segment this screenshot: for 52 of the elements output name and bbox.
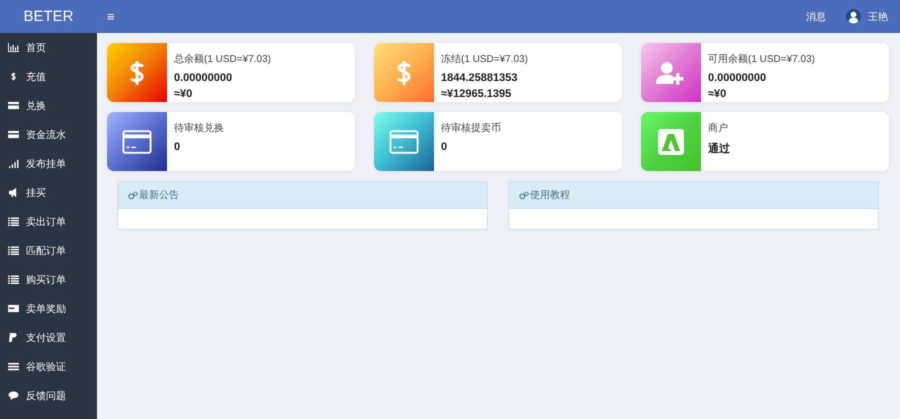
panel-title: 最新公告 <box>139 188 179 202</box>
sidebar-item[interactable]: 兑换 <box>0 91 97 120</box>
credit-card-icon <box>389 128 419 156</box>
megaphone-icon <box>8 188 19 197</box>
credit-card-icon <box>8 101 19 110</box>
bar-chart-icon <box>8 43 19 52</box>
signal-bars-icon <box>8 159 19 168</box>
sidebar-item[interactable]: 资金流水 <box>0 120 97 149</box>
card-value: 通过 <box>708 142 730 156</box>
brand-logo: BETER <box>0 0 97 33</box>
card-label: 商户 <box>708 122 729 135</box>
sidebar-item[interactable]: 匹配订单 <box>0 236 97 265</box>
card-value: 0.00000000 <box>708 72 768 84</box>
credit-card-icon <box>122 128 152 156</box>
user-name[interactable]: 王艳 <box>868 10 888 24</box>
card-label: 可用余额(1 USD=¥7.03) <box>708 52 815 66</box>
sidebar-item[interactable]: 购买订单 <box>0 265 97 294</box>
card-label: 总余额(1 USD=¥7.03) <box>174 52 271 66</box>
sidebar-item[interactable]: 发布挂单 <box>0 149 97 178</box>
panel-title: 使用教程 <box>530 189 570 202</box>
credit-card-icon <box>8 304 19 313</box>
sidebar-item[interactable]: 充值 <box>0 62 97 91</box>
speech-bubble-icon <box>8 391 19 400</box>
sidebar-item[interactable]: 卖单奖励 <box>0 294 97 323</box>
card-subvalue: ≈¥0 <box>174 88 194 100</box>
list-icon <box>8 275 19 284</box>
credit-card-icon <box>8 130 19 139</box>
card-subvalue: ≈¥0 <box>708 88 728 100</box>
sidebar-item[interactable]: 挂买 <box>0 178 97 207</box>
sidebar-item[interactable]: 卖出订单 <box>0 207 97 236</box>
sidebar-item[interactable]: 反馈问题 <box>0 381 97 410</box>
card-label: 冻结(1 USD=¥7.03) <box>441 52 528 66</box>
list-icon <box>8 217 19 226</box>
list-icon <box>8 246 19 255</box>
paypal-icon <box>8 333 19 342</box>
avatar-icon[interactable] <box>846 9 861 24</box>
card-subvalue: ≈¥12965.1395 <box>441 88 512 100</box>
card-value: 1844.25881353 <box>441 72 518 84</box>
sidebar-item[interactable]: 支付设置 <box>0 323 97 352</box>
gears-icon <box>128 190 138 200</box>
card-label: 待审核兑换 <box>174 122 224 135</box>
card-label: 待审核提卖币 <box>441 122 501 135</box>
card-value: 0.00000000 <box>174 72 234 84</box>
sidebar-item[interactable]: 谷歌验证 <box>0 352 97 381</box>
menu-icon <box>8 362 19 371</box>
menu-button[interactable]: ≡ <box>105 9 117 24</box>
app-logo-icon <box>656 128 686 156</box>
gears-icon <box>519 190 529 200</box>
card-value: 0 <box>174 141 182 153</box>
sidebar-item[interactable]: 首页 <box>0 33 97 62</box>
card-value: 0 <box>441 141 448 153</box>
messages-link[interactable]: 消息 <box>806 10 826 24</box>
